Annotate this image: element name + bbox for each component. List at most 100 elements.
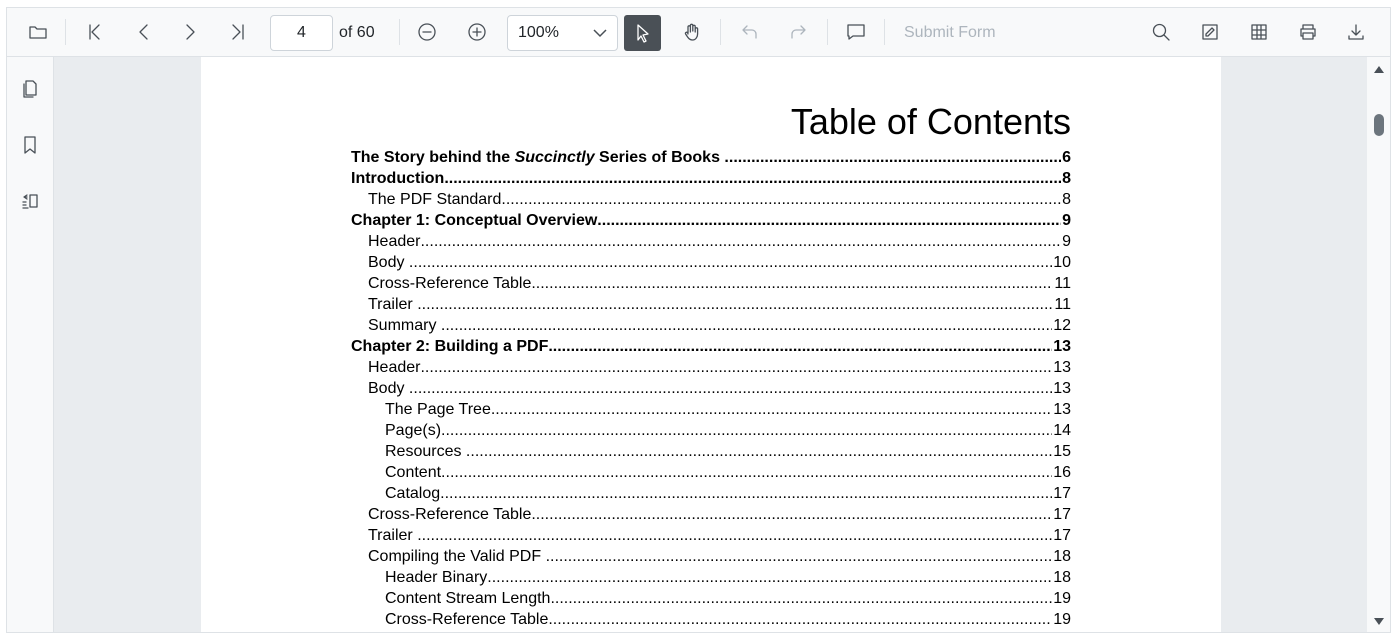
toc-entry-label: Trailer	[368, 296, 418, 313]
scroll-down-icon[interactable]	[1373, 616, 1385, 628]
toc-entry[interactable]: Cross-Reference Table 11	[351, 273, 1071, 294]
toc-entry[interactable]: Body 10	[351, 252, 1071, 273]
toc-dot-leader	[531, 504, 1052, 525]
toolbar-separator	[720, 19, 721, 45]
toolbar-separator	[827, 19, 828, 45]
table-of-contents: The Story behind the Succinctly Series o…	[351, 147, 1071, 630]
scrollbar-thumb[interactable]	[1374, 114, 1384, 136]
toc-entry[interactable]: The Page Tree 13	[351, 399, 1071, 420]
toc-dot-leader	[550, 588, 1052, 609]
toc-entry[interactable]: Resources 15	[351, 441, 1071, 462]
toc-dot-leader	[420, 357, 1052, 378]
zoom-dropdown[interactable]: 100%	[507, 15, 618, 51]
toc-entry-label: Catalog	[385, 485, 441, 502]
toc-entry[interactable]: Body 13	[351, 378, 1071, 399]
page-thumbnails-icon[interactable]	[17, 76, 43, 102]
last-page-icon[interactable]	[223, 17, 253, 47]
toc-entry-label: Header	[368, 233, 421, 250]
toc-entry[interactable]: The Story behind the Succinctly Series o…	[351, 147, 1071, 168]
organize-pages-icon[interactable]	[17, 188, 43, 214]
toc-entry-page-number: 13	[1053, 401, 1071, 418]
toc-dot-leader	[548, 609, 1052, 630]
toc-entry[interactable]: Header 13	[351, 357, 1071, 378]
toc-entry-label: Compiling the Valid PDF	[368, 548, 546, 565]
toc-entry-label: Body	[368, 380, 409, 397]
toc-entry[interactable]: Page(s) 14	[351, 420, 1071, 441]
toc-dot-leader	[491, 399, 1052, 420]
toc-entry-page-number: 11	[1054, 275, 1071, 292]
toc-entry-label: Body	[368, 254, 409, 271]
toc-entry-label: Header	[368, 359, 421, 376]
redo-icon[interactable]	[783, 17, 813, 47]
toc-entry-page-number: 19	[1053, 590, 1071, 607]
toc-entry-page-number: 19	[1053, 611, 1071, 628]
toc-entry[interactable]: Header 9	[351, 231, 1071, 252]
toc-entry-page-number: 17	[1053, 485, 1071, 502]
toc-entry[interactable]: Content 16	[351, 462, 1071, 483]
toc-entry-page-number: 10	[1053, 254, 1071, 271]
document-viewport[interactable]: Table of Contents The Story behind the S…	[54, 57, 1367, 632]
toc-entry[interactable]: Catalog 17	[351, 483, 1071, 504]
toc-entry[interactable]: Trailer 11	[351, 294, 1071, 315]
current-page-input[interactable]	[270, 15, 333, 51]
toc-entry-page-number: 9	[1062, 212, 1071, 229]
total-pages-label: of 60	[339, 24, 375, 41]
toc-entry[interactable]: Content Stream Length 19	[351, 588, 1071, 609]
toc-entry[interactable]: Chapter 1: Conceptual Overview 9	[351, 210, 1071, 231]
download-icon[interactable]	[1341, 17, 1371, 47]
toc-entry-page-number: 14	[1053, 422, 1071, 439]
toc-entry-page-number: 13	[1053, 359, 1071, 376]
toc-entry-page-number: 6	[1062, 149, 1071, 166]
toc-dot-leader	[546, 546, 1053, 567]
toc-entry-label: The PDF Standard	[368, 191, 502, 208]
scroll-up-icon[interactable]	[1373, 63, 1385, 75]
toc-dot-leader	[441, 315, 1052, 336]
toc-entry[interactable]: Header Binary 18	[351, 567, 1071, 588]
toc-entry[interactable]: Compiling the Valid PDF 18	[351, 546, 1071, 567]
next-page-icon[interactable]	[175, 17, 205, 47]
pdf-page: Table of Contents The Story behind the S…	[201, 57, 1221, 632]
toc-entry-page-number: 16	[1053, 464, 1071, 481]
toc-entry-label: The Story behind the Succinctly Series o…	[351, 147, 724, 168]
toc-entry-label: Summary	[368, 317, 441, 334]
zoom-value: 100%	[518, 24, 559, 41]
toc-entry-label: Cross-Reference Table	[385, 611, 549, 628]
first-page-icon[interactable]	[79, 17, 109, 47]
pdf-viewer: of 60 100% Submit	[6, 7, 1391, 633]
toc-dot-leader	[531, 273, 1053, 294]
toc-entry-label: Introduction	[351, 170, 445, 187]
bookmarks-icon[interactable]	[17, 132, 43, 158]
toc-entry[interactable]: Cross-Reference Table 19	[351, 609, 1071, 630]
zoom-in-icon[interactable]	[462, 17, 492, 47]
toc-entry-label: Page(s)	[385, 422, 442, 439]
toc-entry[interactable]: Summary 12	[351, 315, 1071, 336]
comment-icon[interactable]	[841, 17, 871, 47]
form-designer-icon[interactable]	[1244, 17, 1274, 47]
toc-entry[interactable]: The PDF Standard 8	[351, 189, 1071, 210]
toc-dot-leader	[441, 462, 1052, 483]
selection-tool-icon[interactable]	[624, 15, 661, 51]
pan-tool-icon[interactable]	[677, 17, 707, 47]
vertical-scrollbar[interactable]	[1367, 57, 1390, 632]
toc-entry[interactable]: Trailer 17	[351, 525, 1071, 546]
annotation-icon[interactable]	[1195, 17, 1225, 47]
toc-entry[interactable]: Chapter 2: Building a PDF 13	[351, 336, 1071, 357]
search-icon[interactable]	[1146, 17, 1176, 47]
toc-entry-page-number: 11	[1054, 296, 1071, 313]
folder-open-icon[interactable]	[23, 17, 53, 47]
toc-dot-leader	[501, 189, 1061, 210]
toc-entry-label: Cross-Reference Table	[368, 506, 532, 523]
undo-icon[interactable]	[735, 17, 765, 47]
toc-entry[interactable]: Introduction 8	[351, 168, 1071, 189]
toc-entry-page-number: 17	[1053, 506, 1071, 523]
zoom-out-icon[interactable]	[412, 17, 442, 47]
toc-entry-label-part: Series of Books	[594, 149, 725, 166]
toc-entry-label: Header Binary	[385, 569, 488, 586]
previous-page-icon[interactable]	[129, 17, 159, 47]
submit-form-button[interactable]: Submit Form	[904, 24, 996, 42]
toc-entry-page-number: 18	[1053, 548, 1071, 565]
toc-entry-label: Cross-Reference Table	[368, 275, 532, 292]
print-icon[interactable]	[1293, 17, 1323, 47]
toc-entry[interactable]: Cross-Reference Table 17	[351, 504, 1071, 525]
toolbar-separator	[884, 19, 885, 45]
